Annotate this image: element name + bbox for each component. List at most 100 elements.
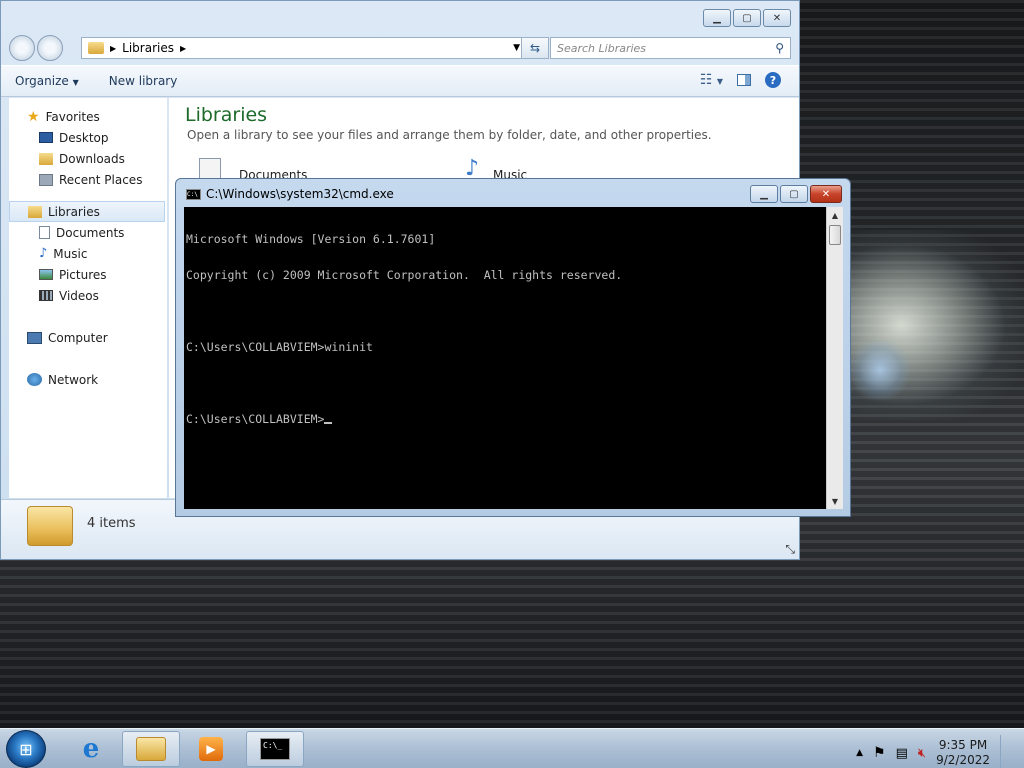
scroll-up-icon[interactable]: ▲ [827,207,843,223]
nav-label: Documents [56,225,125,240]
libraries-large-icon [27,506,73,546]
downloads-icon [39,152,53,165]
organize-button[interactable]: Organize ▼ [15,74,79,88]
nav-music[interactable]: ♪ Music [9,243,167,264]
nav-label: Network [48,372,99,387]
music-icon: ♪ [39,246,48,261]
folder-icon [136,737,166,761]
cmd-icon: C:\_ [260,738,290,760]
internet-explorer-icon: e [82,734,100,764]
system-tray: ▲ ⚑ ▤ 🔇︎ 9:35 PM 9/2/2022 [856,735,1012,768]
network-icon [27,373,42,386]
help-icon[interactable]: ? [765,72,781,88]
forward-button[interactable] [37,35,63,61]
media-player-icon: ▶ [199,737,223,761]
nav-label: Favorites [45,109,100,124]
console-prompt-line[interactable]: C:\Users\COLLABVIEM> [186,413,824,425]
explorer-caption-buttons: ▁ ▢ ✕ [703,9,791,27]
content-title: Libraries [185,104,268,126]
network-status-icon[interactable]: ▤ [896,746,908,761]
scroll-down-icon[interactable]: ▼ [827,493,843,509]
nav-label: Music [53,246,88,261]
show-desktop-button[interactable] [1000,735,1012,768]
star-icon: ★ [27,108,40,125]
taskbar-media-player-button[interactable]: ▶ [182,731,240,767]
new-library-button[interactable]: New library [109,74,178,88]
computer-icon [27,331,42,344]
nav-pictures[interactable]: Pictures [9,264,167,285]
address-row: ▶ Libraries ▶ ▼ ⇆ ⚲ [9,35,791,61]
start-button[interactable]: ⊞ [6,730,46,768]
wallpaper-highlight-blue [850,340,910,400]
videos-icon [39,290,53,301]
breadcrumb-libraries[interactable]: Libraries [122,41,174,55]
nav-favorites[interactable]: ★ Favorites [9,106,167,127]
cmd-maximize-button[interactable]: ▢ [780,185,808,203]
breadcrumb-arrow-icon[interactable]: ▶ [180,44,186,53]
back-button[interactable] [9,35,35,61]
recent-places-icon [39,173,53,186]
nav-documents[interactable]: Documents [9,222,167,243]
breadcrumb-arrow-icon[interactable]: ▶ [110,44,116,53]
console-line: Microsoft Windows [Version 6.1.7601] [186,232,436,246]
nav-label: Libraries [48,204,100,219]
taskbar-cmd-button[interactable]: C:\_ [246,731,304,767]
show-hidden-icons-icon[interactable]: ▲ [856,748,863,758]
nav-videos[interactable]: Videos [9,285,167,306]
console-output[interactable]: Microsoft Windows [Version 6.1.7601] Cop… [184,207,826,509]
navigation-pane[interactable]: ★ Favorites Desktop Downloads Recent Pla… [9,98,167,498]
nav-label: Downloads [59,151,125,166]
nav-desktop[interactable]: Desktop [9,127,167,148]
item-count: 4 items [87,516,136,531]
maximize-button[interactable]: ▢ [733,9,761,27]
nav-libraries[interactable]: Libraries [9,201,165,222]
scroll-thumb[interactable] [829,225,841,245]
cmd-app-icon: C:\ [186,188,201,200]
cmd-caption-buttons: ▁ ▢ ✕ [750,185,842,203]
search-box[interactable]: ⚲ [550,37,791,59]
nav-label: Desktop [59,130,109,145]
minimize-button[interactable]: ▁ [703,9,731,27]
console-prompt: C:\Users\COLLABVIEM> [186,412,325,426]
search-icon[interactable]: ⚲ [775,41,784,55]
nav-computer[interactable]: Computer [9,327,167,348]
cmd-close-button[interactable]: ✕ [810,185,842,203]
clock-time: 9:35 PM [938,738,988,752]
address-bar[interactable]: ▶ Libraries ▶ ▼ [81,37,527,59]
nav-network[interactable]: Network [9,369,167,390]
clock[interactable]: 9:35 PM 9/2/2022 [936,738,990,768]
console-cursor [324,422,333,424]
nav-recent-places[interactable]: Recent Places [9,169,167,190]
resize-grip-icon[interactable]: ⤡ [785,542,795,557]
command-bar: Organize ▼ New library ☷ ▼ ? [1,65,799,97]
volume-muted-icon[interactable]: 🔇︎ [918,746,926,761]
organize-label: Organize [15,74,69,88]
view-options-icon[interactable]: ☷ ▼ [700,72,723,88]
taskbar-explorer-button[interactable] [122,731,180,767]
close-button[interactable]: ✕ [763,9,791,27]
desktop-icon [39,132,53,143]
cmd-window[interactable]: C:\ C:\Windows\system32\cmd.exe ▁ ▢ ✕ Mi… [175,178,851,517]
explorer-caption[interactable]: ▁ ▢ ✕ [1,1,799,31]
chevron-down-icon: ▼ [72,78,79,87]
cmd-caption[interactable]: C:\ C:\Windows\system32\cmd.exe [186,187,394,201]
nav-label: Pictures [59,267,107,282]
console-scrollbar[interactable]: ▲ ▼ [826,207,843,509]
action-center-flag-icon[interactable]: ⚑ [873,745,886,761]
nav-downloads[interactable]: Downloads [9,148,167,169]
windows-logo-icon: ⊞ [19,739,33,759]
nav-label: Videos [59,288,99,303]
search-input[interactable] [557,41,757,55]
cmd-title-text: C:\Windows\system32\cmd.exe [206,187,394,201]
pictures-icon [39,269,53,280]
cmd-minimize-button[interactable]: ▁ [750,185,778,203]
taskbar-ie-button[interactable]: e [62,731,120,767]
documents-icon [39,226,50,239]
libraries-folder-icon [88,42,104,54]
refresh-button[interactable]: ⇆ [521,37,549,59]
preview-pane-icon[interactable] [737,74,751,86]
address-dropdown-icon[interactable]: ▼ [513,43,520,53]
nav-label: Computer [48,330,108,345]
